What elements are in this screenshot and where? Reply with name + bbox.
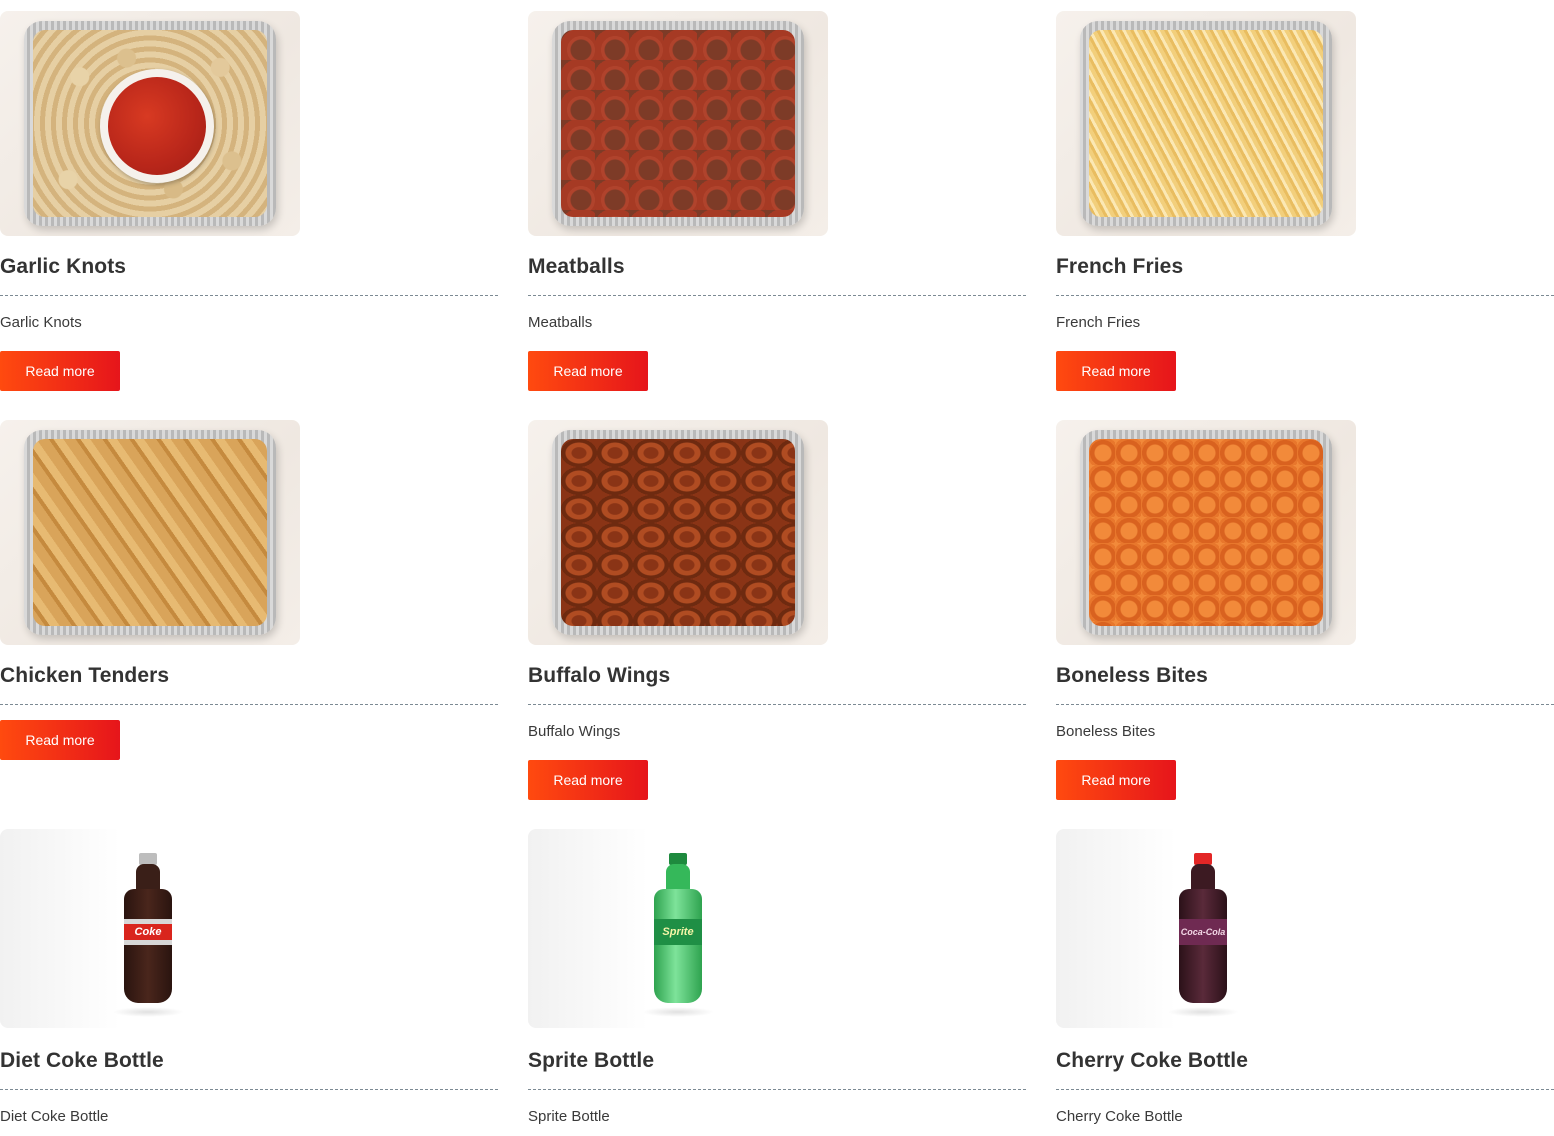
product-card-french-fries: French Fries French Fries Read more bbox=[1056, 11, 1554, 391]
divider bbox=[528, 704, 1026, 705]
read-more-button[interactable]: Read more bbox=[528, 351, 648, 391]
divider bbox=[1056, 295, 1554, 296]
product-title[interactable]: French Fries bbox=[1056, 254, 1554, 280]
bottle-label: Coke bbox=[124, 919, 172, 945]
divider bbox=[0, 295, 498, 296]
product-image[interactable] bbox=[0, 11, 300, 236]
bottle-icon: Sprite bbox=[654, 853, 702, 1003]
product-image[interactable]: Sprite bbox=[528, 829, 828, 1028]
product-description: Meatballs bbox=[528, 314, 593, 331]
product-title[interactable]: Buffalo Wings bbox=[528, 663, 1026, 689]
product-description: Garlic Knots bbox=[0, 314, 82, 331]
product-description: Sprite Bottle bbox=[528, 1108, 610, 1125]
product-card-cherry-coke-bottle: Coca-Cola Cherry Coke Bottle Cherry Coke… bbox=[1056, 829, 1554, 1126]
bottle-label: Sprite bbox=[654, 919, 702, 945]
product-description: French Fries bbox=[1056, 314, 1141, 331]
divider bbox=[0, 1089, 498, 1090]
product-description: Diet Coke Bottle bbox=[0, 1108, 109, 1125]
product-title[interactable]: Diet Coke Bottle bbox=[0, 1048, 498, 1074]
divider bbox=[528, 295, 1026, 296]
product-description: Buffalo Wings bbox=[528, 723, 621, 740]
divider bbox=[528, 1089, 1026, 1090]
product-description: Boneless Bites bbox=[1056, 723, 1156, 740]
divider bbox=[1056, 1089, 1554, 1090]
product-image[interactable]: Coca-Cola bbox=[1056, 829, 1356, 1028]
sauce-bowl-icon bbox=[100, 69, 214, 183]
bottle-icon: Coke bbox=[124, 853, 172, 1003]
product-card-diet-coke-bottle: Coke Diet Coke Bottle Diet Coke Bottle bbox=[0, 829, 498, 1126]
bottle-icon: Coca-Cola bbox=[1179, 853, 1227, 1003]
read-more-button[interactable]: Read more bbox=[0, 720, 120, 760]
divider bbox=[1056, 704, 1554, 705]
read-more-button[interactable]: Read more bbox=[0, 351, 120, 391]
product-image[interactable] bbox=[528, 11, 828, 236]
read-more-button[interactable]: Read more bbox=[1056, 351, 1176, 391]
product-card-chicken-tenders: Chicken Tenders Read more bbox=[0, 420, 498, 760]
read-more-button[interactable]: Read more bbox=[1056, 760, 1176, 800]
product-card-sprite-bottle: Sprite Sprite Bottle Sprite Bottle bbox=[528, 829, 1026, 1126]
product-image[interactable] bbox=[1056, 11, 1356, 236]
product-card-garlic-knots: Garlic Knots Garlic Knots Read more bbox=[0, 11, 498, 391]
product-image[interactable] bbox=[1056, 420, 1356, 645]
bottle-label: Coca-Cola bbox=[1179, 919, 1227, 945]
product-card-meatballs: Meatballs Meatballs Read more bbox=[528, 11, 1026, 391]
product-title[interactable]: Meatballs bbox=[528, 254, 1026, 280]
product-title[interactable]: Sprite Bottle bbox=[528, 1048, 1026, 1074]
product-card-buffalo-wings: Buffalo Wings Buffalo Wings Read more bbox=[528, 420, 1026, 800]
product-image[interactable] bbox=[528, 420, 828, 645]
product-title[interactable]: Garlic Knots bbox=[0, 254, 498, 280]
divider bbox=[0, 704, 498, 705]
product-image[interactable] bbox=[0, 420, 300, 645]
product-description: Cherry Coke Bottle bbox=[1056, 1108, 1183, 1125]
product-image[interactable]: Coke bbox=[0, 829, 300, 1028]
read-more-button[interactable]: Read more bbox=[528, 760, 648, 800]
product-title[interactable]: Chicken Tenders bbox=[0, 663, 498, 689]
product-card-boneless-bites: Boneless Bites Boneless Bites Read more bbox=[1056, 420, 1554, 800]
product-title[interactable]: Boneless Bites bbox=[1056, 663, 1554, 689]
product-title[interactable]: Cherry Coke Bottle bbox=[1056, 1048, 1554, 1074]
